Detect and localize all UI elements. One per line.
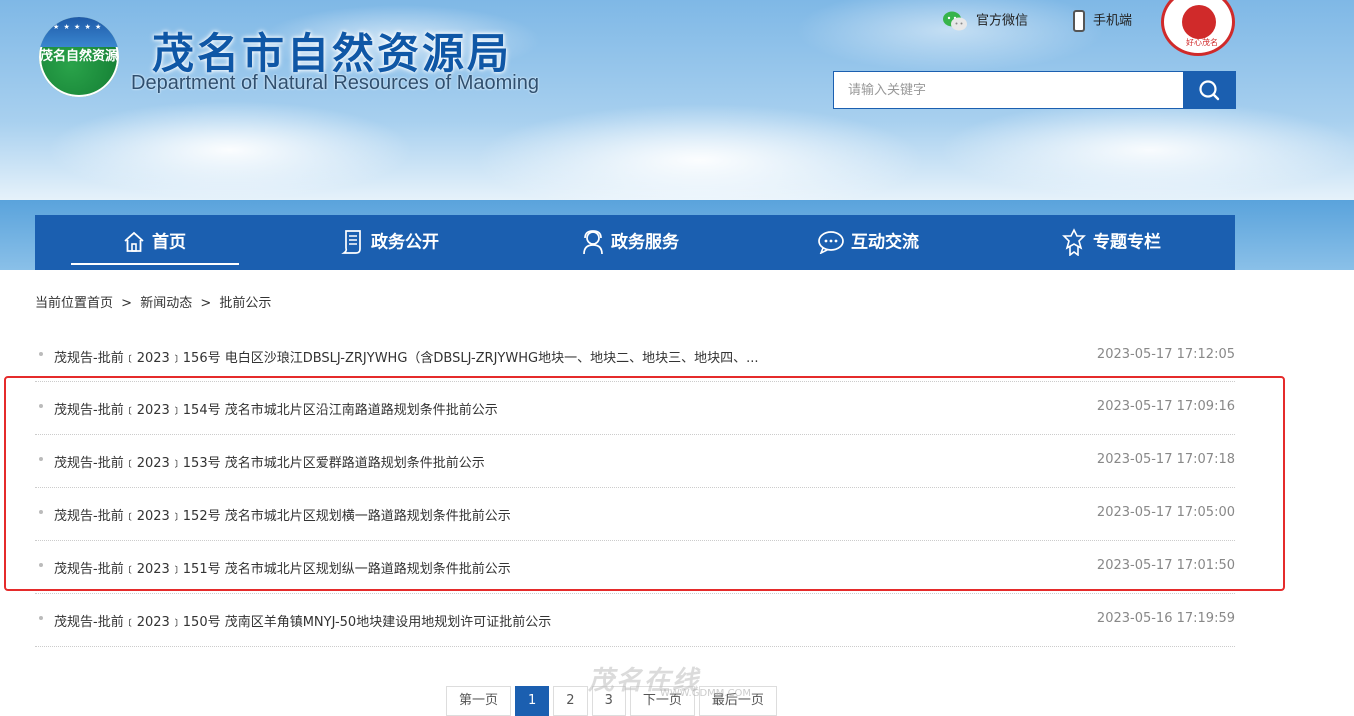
list-item[interactable]: 茂规告-批前﹝2023﹞150号 茂南区羊角镇MNYJ-50地块建设用地规划许可… <box>35 594 1235 647</box>
breadcrumb-news[interactable]: 新闻动态 <box>140 296 192 311</box>
search-icon <box>1199 80 1220 101</box>
list-item[interactable]: 茂规告-批前﹝2023﹞153号 茂名市城北片区爱群路道路规划条件批前公示 20… <box>35 435 1235 488</box>
article-title[interactable]: 茂规告-批前﹝2023﹞151号 茂名市城北片区规划纵一路道路规划条件批前公示 <box>54 558 511 577</box>
article-title[interactable]: 茂规告-批前﹝2023﹞153号 茂名市城北片区爱群路道路规划条件批前公示 <box>54 452 485 471</box>
page-2-button[interactable]: 2 <box>553 686 588 716</box>
service-person-icon <box>581 215 605 270</box>
breadcrumb-current[interactable]: 批前公示 <box>219 296 271 311</box>
article-date: 2023-05-17 17:09:16 <box>1096 399 1235 414</box>
article-title[interactable]: 茂规告-批前﹝2023﹞156号 电白区沙琅江DBSLJ-ZRJYWHG（含DB… <box>54 347 758 366</box>
bullet-dot <box>39 352 43 356</box>
breadcrumb-home[interactable]: 首页 <box>87 296 113 311</box>
list-item[interactable]: 茂规告-批前﹝2023﹞152号 茂名市城北片区规划横一路道路规划条件批前公示 … <box>35 488 1235 541</box>
bullet-dot <box>39 457 43 461</box>
logo-sky-band <box>39 17 119 47</box>
mobile-link[interactable]: 手机端 <box>1073 10 1132 32</box>
breadcrumb-prefix: 当前位置 <box>35 296 88 311</box>
nav-gov-services[interactable]: 政务服务 <box>581 215 679 270</box>
list-item[interactable]: 茂规告-批前﹝2023﹞151号 茂名市城北片区规划纵一路道路规划条件批前公示 … <box>35 541 1235 594</box>
breadcrumb: 当前位置首页 > 新闻动态 > 批前公示 <box>35 292 275 311</box>
emblem-text: 好心茂名 <box>1186 38 1218 47</box>
emblem-heart <box>1182 5 1216 39</box>
nav-home[interactable]: 首页 <box>122 215 186 270</box>
search-box <box>833 71 1236 109</box>
logo-stars: ★ ★ ★ ★ ★ <box>53 23 103 31</box>
breadcrumb-separator: > <box>200 296 212 311</box>
page-1-button[interactable]: 1 <box>515 686 550 716</box>
article-title[interactable]: 茂规告-批前﹝2023﹞154号 茂名市城北片区沿江南路道路规划条件批前公示 <box>54 399 498 418</box>
mobile-label: 手机端 <box>1093 13 1133 29</box>
home-icon <box>122 215 146 270</box>
logo-text: 茂名自然资源 <box>39 49 118 64</box>
bullet-dot <box>39 510 43 514</box>
bullet-dot <box>39 563 43 567</box>
nav-interaction-label: 互动交流 <box>851 232 919 253</box>
chat-bubble-icon <box>817 215 845 270</box>
bullet-dot <box>39 616 43 620</box>
list-item[interactable]: 茂规告-批前﹝2023﹞156号 电白区沙琅江DBSLJ-ZRJYWHG（含DB… <box>35 330 1235 382</box>
nav-interaction[interactable]: 互动交流 <box>817 215 919 270</box>
breadcrumb-separator: > <box>121 296 133 311</box>
article-date: 2023-05-17 17:07:18 <box>1096 452 1235 467</box>
wechat-link[interactable]: 官方微信 <box>942 10 1028 32</box>
wechat-icon <box>942 10 968 32</box>
nav-special-topics-label: 专题专栏 <box>1093 232 1161 253</box>
first-page-button[interactable]: 第一页 <box>446 686 512 716</box>
watermark-url: WWW.GDMM.COM <box>660 688 752 699</box>
nav-special-topics[interactable]: 专题专栏 <box>1061 215 1161 270</box>
nav-gov-affairs[interactable]: 政务公开 <box>341 215 439 270</box>
wechat-label: 官方微信 <box>976 13 1029 29</box>
search-button[interactable] <box>1183 71 1236 109</box>
search-input[interactable] <box>834 72 1182 108</box>
article-date: 2023-05-17 17:12:05 <box>1096 347 1235 362</box>
article-title[interactable]: 茂规告-批前﹝2023﹞152号 茂名市城北片区规划横一路道路规划条件批前公示 <box>54 505 511 524</box>
badge-icon <box>1061 215 1087 270</box>
article-date: 2023-05-17 17:01:50 <box>1096 558 1235 573</box>
article-date: 2023-05-16 17:19:59 <box>1096 611 1235 626</box>
site-subtitle: Department of Natural Resources of Maomi… <box>131 72 539 94</box>
nav-gov-services-label: 政务服务 <box>611 232 679 253</box>
list-item[interactable]: 茂规告-批前﹝2023﹞154号 茂名市城北片区沿江南路道路规划条件批前公示 2… <box>35 382 1235 435</box>
document-icon <box>341 215 365 270</box>
nav-home-label: 首页 <box>152 232 186 253</box>
nav-active-indicator <box>71 263 239 265</box>
bureau-logo[interactable]: ★ ★ ★ ★ ★ 茂名自然资源 <box>39 17 119 97</box>
article-list: 茂规告-批前﹝2023﹞156号 电白区沙琅江DBSLJ-ZRJYWHG（含DB… <box>35 330 1235 647</box>
article-date: 2023-05-17 17:05:00 <box>1096 505 1235 520</box>
article-title[interactable]: 茂规告-批前﹝2023﹞150号 茂南区羊角镇MNYJ-50地块建设用地规划许可… <box>54 611 551 630</box>
nav-gov-affairs-label: 政务公开 <box>371 232 439 253</box>
mobile-phone-icon <box>1073 10 1085 32</box>
main-nav: 首页 政务公开 政务服务 互动交流 专题专栏 <box>35 215 1235 270</box>
bullet-dot <box>39 404 43 408</box>
